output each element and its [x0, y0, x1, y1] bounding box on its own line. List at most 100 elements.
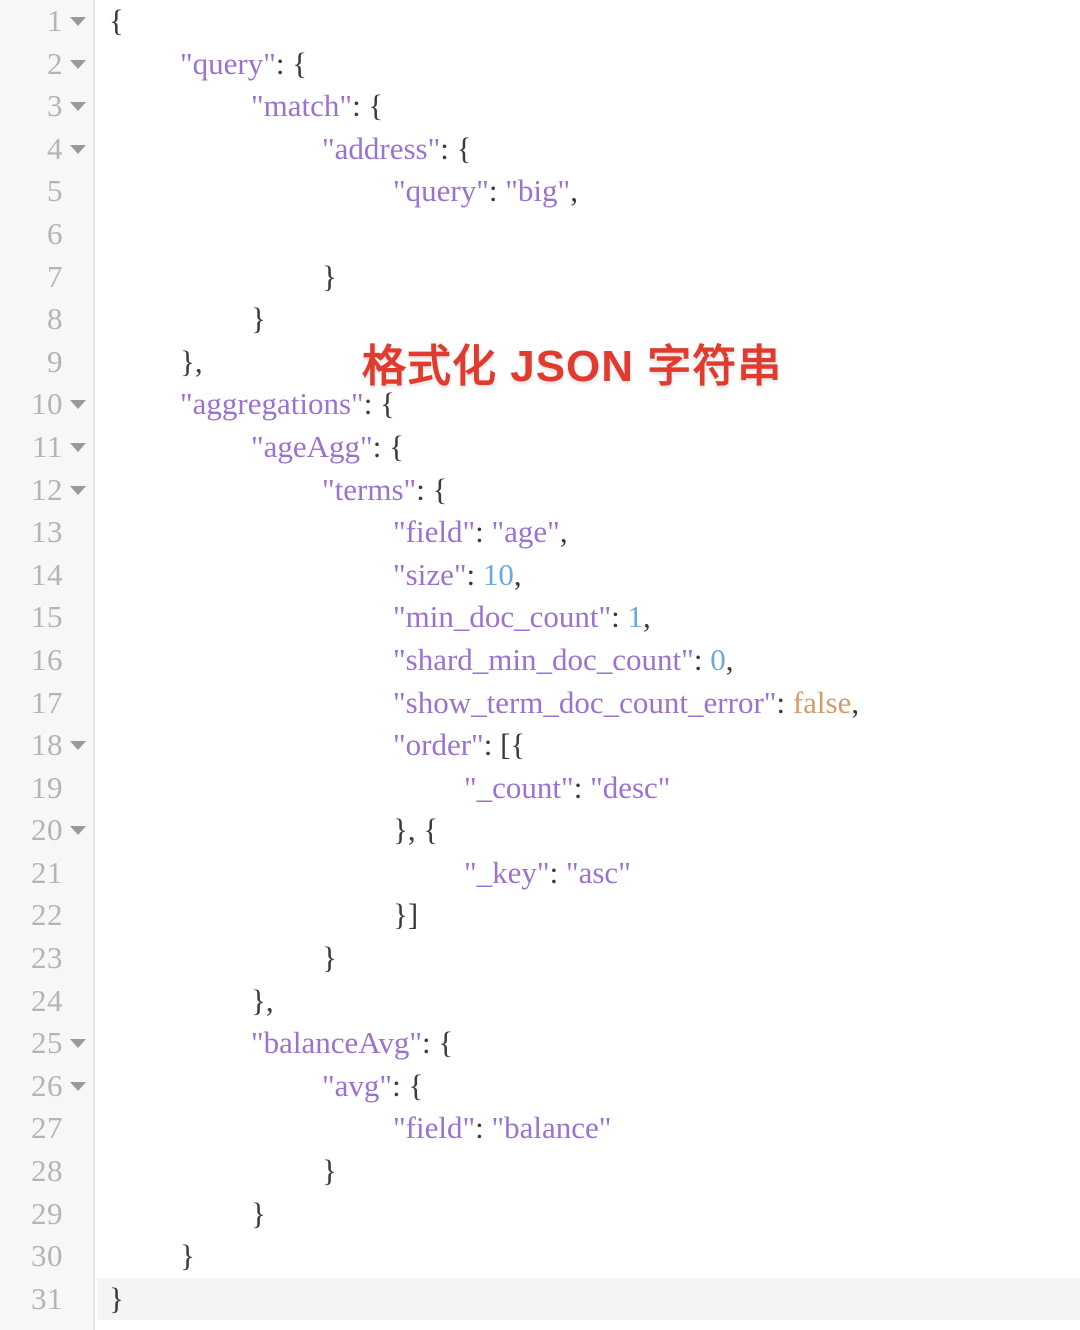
- gutter-line[interactable]: 14: [0, 554, 93, 597]
- gutter-line[interactable]: 3: [0, 85, 93, 128]
- code-line[interactable]: }]: [97, 894, 1080, 937]
- code-line[interactable]: },: [97, 980, 1080, 1023]
- code-token-punc: ,: [559, 514, 568, 550]
- code-token-key: "ageAgg": [251, 428, 373, 464]
- code-line[interactable]: }: [97, 256, 1080, 299]
- chevron-down-icon[interactable]: [70, 442, 86, 452]
- gutter-line[interactable]: 28: [0, 1150, 93, 1193]
- chevron-down-icon[interactable]: [70, 741, 86, 751]
- code-line[interactable]: }: [97, 1277, 1080, 1321]
- code-line[interactable]: "balanceAvg": {: [97, 1022, 1080, 1065]
- chevron-down-icon[interactable]: [70, 400, 86, 410]
- gutter-line[interactable]: 22: [0, 894, 93, 937]
- code-token-punc: : {: [275, 45, 308, 81]
- code-line[interactable]: "order": [{: [97, 724, 1080, 767]
- code-token-punc: :: [611, 599, 628, 635]
- code-line[interactable]: "ageAgg": {: [97, 426, 1080, 469]
- gutter-line[interactable]: 13: [0, 511, 93, 554]
- gutter-line[interactable]: 29: [0, 1193, 93, 1236]
- gutter-line[interactable]: 26: [0, 1065, 93, 1108]
- code-line[interactable]: "_key": "asc": [97, 852, 1080, 895]
- line-number: 20: [31, 812, 63, 848]
- code-line[interactable]: "match": {: [97, 85, 1080, 128]
- gutter-line[interactable]: 10: [0, 383, 93, 426]
- code-line[interactable]: "field": "balance": [97, 1107, 1080, 1150]
- chevron-down-icon[interactable]: [70, 1039, 86, 1049]
- gutter-line[interactable]: 21: [0, 852, 93, 895]
- line-number: 17: [31, 684, 63, 720]
- line-number: 24: [31, 982, 63, 1018]
- code-token-punc: }: [322, 940, 337, 976]
- gutter-line[interactable]: 6: [0, 213, 93, 256]
- code-token-punc: : {: [352, 88, 384, 124]
- gutter-line[interactable]: 24: [0, 980, 93, 1023]
- gutter-line[interactable]: 17: [0, 682, 93, 725]
- gutter-line[interactable]: 7: [0, 256, 93, 299]
- gutter-line[interactable]: 19: [0, 767, 93, 810]
- code-line[interactable]: "address": {: [97, 128, 1080, 171]
- code-line[interactable]: "query": {: [97, 43, 1080, 86]
- code-line[interactable]: "avg": {: [97, 1065, 1080, 1108]
- code-line[interactable]: [97, 213, 1080, 256]
- code-line[interactable]: {: [97, 0, 1080, 43]
- code-token-key: "_count": [464, 769, 574, 805]
- gutter-line[interactable]: 23: [0, 937, 93, 980]
- code-line[interactable]: "size": 10,: [97, 554, 1080, 597]
- code-token-punc: }: [251, 1195, 266, 1231]
- gutter-line[interactable]: 20: [0, 809, 93, 852]
- gutter-line[interactable]: 30: [0, 1235, 93, 1278]
- code-line[interactable]: }: [97, 1150, 1080, 1193]
- code-line[interactable]: }, {: [97, 809, 1080, 852]
- chevron-down-icon[interactable]: [70, 144, 86, 154]
- chevron-down-icon[interactable]: [70, 485, 86, 495]
- code-token-punc: :: [475, 1110, 492, 1146]
- code-line[interactable]: "terms": {: [97, 469, 1080, 512]
- gutter-line[interactable]: 5: [0, 170, 93, 213]
- gutter-line[interactable]: 8: [0, 298, 93, 341]
- code-line[interactable]: "shard_min_doc_count": 0,: [97, 639, 1080, 682]
- line-number: 11: [32, 428, 63, 464]
- gutter-line[interactable]: 4: [0, 128, 93, 171]
- code-line[interactable]: "field": "age",: [97, 511, 1080, 554]
- line-number: 21: [31, 854, 63, 890]
- gutter-line[interactable]: 27: [0, 1107, 93, 1150]
- code-token-punc: }: [322, 1153, 337, 1189]
- chevron-down-icon[interactable]: [70, 17, 86, 26]
- code-token-key: "balanceAvg": [251, 1025, 423, 1061]
- line-number: 26: [31, 1067, 63, 1103]
- line-number: 23: [31, 940, 63, 976]
- chevron-down-icon[interactable]: [70, 102, 86, 112]
- line-number: 1: [47, 3, 63, 38]
- line-number: 22: [31, 897, 63, 933]
- chevron-down-icon[interactable]: [70, 826, 86, 836]
- code-line[interactable]: "query": "big",: [97, 170, 1080, 213]
- gutter-line[interactable]: 31: [0, 1278, 93, 1321]
- code-line[interactable]: "_count": "desc": [97, 767, 1080, 810]
- gutter-line[interactable]: 2: [0, 43, 93, 86]
- code-line[interactable]: }: [97, 1235, 1080, 1278]
- line-number: 7: [47, 258, 63, 294]
- code-line[interactable]: "min_doc_count": 1,: [97, 596, 1080, 639]
- chevron-down-icon[interactable]: [70, 1081, 86, 1091]
- gutter-line[interactable]: 12: [0, 469, 93, 512]
- code-token-key: "size": [393, 556, 467, 592]
- gutter-line[interactable]: 1: [0, 0, 93, 43]
- gutter-line[interactable]: 15: [0, 596, 93, 639]
- code-line[interactable]: "show_term_doc_count_error": false,: [97, 682, 1080, 725]
- gutter-line[interactable]: 11: [0, 426, 93, 469]
- gutter-line[interactable]: 16: [0, 639, 93, 682]
- gutter-line[interactable]: 9: [0, 341, 93, 384]
- line-number: 25: [31, 1025, 63, 1061]
- gutter-line[interactable]: 25: [0, 1022, 93, 1065]
- code-token-punc: :: [776, 684, 793, 720]
- code-token-punc: : {: [392, 1067, 424, 1103]
- code-content-area[interactable]: {"query": {"match": {"address": {"query"…: [97, 0, 1080, 1330]
- json-code-editor[interactable]: 1 2 3 4 5 6 7 8 9 10 11 12 13 14 15 16 17 18 19 20 21 22 23 24 2…: [0, 0, 1080, 1330]
- gutter-line[interactable]: 18: [0, 724, 93, 767]
- code-line[interactable]: }: [97, 1193, 1080, 1236]
- line-number: 3: [47, 88, 63, 124]
- code-token-punc: }: [251, 301, 266, 337]
- code-line[interactable]: }: [97, 937, 1080, 980]
- chevron-down-icon[interactable]: [70, 59, 86, 69]
- code-token-punc: }: [180, 1238, 195, 1274]
